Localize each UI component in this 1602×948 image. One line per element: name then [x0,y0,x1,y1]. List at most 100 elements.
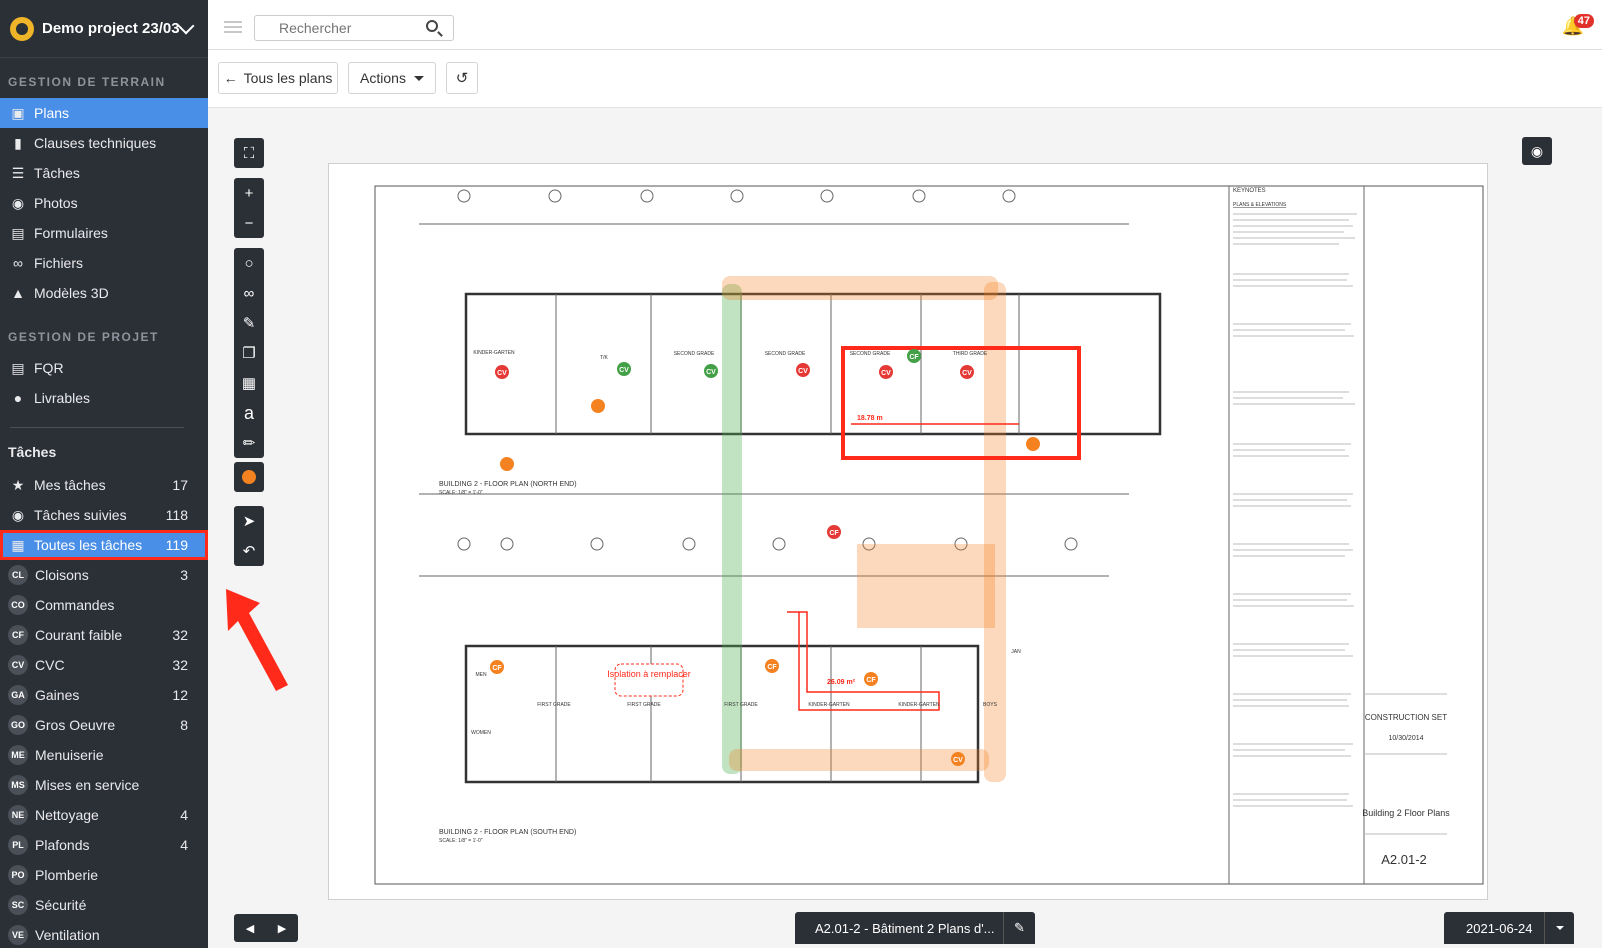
sidebar-category-item[interactable]: CV CVC 32 [0,650,208,680]
sheet-title: Building 2 Floor Plans [1362,808,1450,818]
sidebar-category-item[interactable]: SC Sécurité [0,890,208,920]
sidebar-item-label: Plomberie [35,867,99,883]
sidebar-item-label: Nettoyage [35,807,99,823]
category-badge: VE [8,925,28,945]
eye-icon: ◉ [11,506,25,523]
construction-date: 10/30/2014 [1388,735,1423,742]
sidebar-item-label: Sécurité [35,897,87,913]
sidebar-category-item[interactable]: GO Gros Oeuvre 8 [0,710,208,740]
sheet-number: A2.01-2 [1381,852,1427,867]
caret-down-icon[interactable] [1544,912,1574,944]
plan-name-selector[interactable]: A2.01-2 - Bâtiment 2 Plans d'... ✎ [795,912,1035,944]
menu-icon[interactable] [224,21,242,36]
edit-icon[interactable]: ✎ [1003,912,1035,944]
sidebar-item-label: Gaines [35,687,80,703]
visibility-icon[interactable]: ◉ [1522,137,1552,165]
sidebar-item-mod-les-3d[interactable]: ▲ Modèles 3D [0,278,208,308]
sidebar-item-label: CVC [35,657,65,673]
caret-down-icon [413,75,424,81]
room-label: FIRST GRADE [627,702,661,708]
ruler-icon[interactable]: ✏ [234,428,264,458]
sidebar-task-filter[interactable]: ▦ Toutes les tâches 119 [0,530,208,560]
section-title-terrain: GESTION DE TERRAIN [8,75,166,89]
sidebar-category-item[interactable]: VE Ventilation [0,920,208,948]
category-badge: MS [8,775,28,795]
room-label: THIRD GRADE [953,351,988,357]
search-icon[interactable] [426,20,438,32]
plan-version-selector[interactable]: 2021-06-24 [1444,912,1574,944]
sidebar-category-item[interactable]: MS Mises en service [0,770,208,800]
sidebar-item-label: Commandes [35,597,115,613]
category-badge: PL [8,835,28,855]
sidebar-category-item[interactable]: CF Courant faible 32 [0,620,208,650]
pin-icon[interactable]: ○ [234,248,264,278]
room-label: BOYS [983,702,998,708]
toolbox-icon[interactable]: ▦ [234,368,264,398]
sidebar-category-item[interactable]: ME Menuiserie [0,740,208,770]
pencil-icon[interactable]: ✎ [234,308,264,338]
sidebar-item-t-ches[interactable]: ☰ Tâches [0,158,208,188]
color-picker-icon[interactable] [234,462,264,492]
sidebar-category-item[interactable]: PL Plafonds 4 [0,830,208,860]
floor-plan-drawing: CV CV CV CV CV CF CV CF CF CF CF CV BUIL… [374,185,1484,885]
sidebar-item-photos[interactable]: ◉ Photos [0,188,208,218]
sidebar-item-livrables[interactable]: ● Livrables [0,383,208,413]
room-label: FIRST GRADE [537,702,571,708]
plan-name: A2.01-2 - Bâtiment 2 Plans d'... [815,920,995,936]
sidebar-task-filter[interactable]: ★ Mes tâches 17 [0,470,208,500]
text-icon[interactable]: a [234,398,264,428]
svg-text:CF: CF [866,677,876,684]
link-icon[interactable]: ∞ [234,278,264,308]
measure-length: 18.78 m [857,415,883,422]
sidebar-item-formulaires[interactable]: ▤ Formulaires [0,218,208,248]
sidebar-item-label: Tâches suivies [34,507,127,523]
svg-text:CF: CF [767,664,777,671]
cursor-icon[interactable]: ➤ [234,506,264,536]
sidebar-category-item[interactable]: CO Commandes [0,590,208,620]
chevron-down-icon[interactable] [177,17,195,34]
previous-page-icon[interactable]: ◀ [234,914,266,942]
floor-plan-sheet[interactable]: CV CV CV CV CV CF CV CF CF CF CF CV BUIL… [328,163,1488,900]
zoom-in-icon[interactable]: + [234,178,264,208]
sidebar-item-fichiers[interactable]: ∞ Fichiers [0,248,208,278]
sidebar-category-item[interactable]: PO Plomberie [0,860,208,890]
plan-toolbar: ← Tous les plans Actions ↺ [208,50,1602,108]
undo-icon[interactable]: ↶ [234,536,264,566]
construction-set: CONSTRUCTION SET [1365,713,1447,722]
copy-icon[interactable]: ❐ [234,338,264,368]
task-count: 119 [165,537,188,553]
search-input[interactable] [254,15,454,41]
project-name: Demo project 23/03 [42,20,180,37]
sidebar-item-fqr[interactable]: ▤ FQR [0,353,208,383]
back-to-plans-button[interactable]: ← Tous les plans [218,62,338,94]
sidebar-category-item[interactable]: NE Nettoyage 4 [0,800,208,830]
fullscreen-icon[interactable]: ⛶ [234,138,264,168]
project-selector[interactable]: Demo project 23/03 [0,0,208,58]
sidebar-item-label: FQR [34,360,64,376]
sidebar-task-filter[interactable]: ◉ Tâches suivies 118 [0,500,208,530]
next-page-icon[interactable]: ▶ [266,914,298,942]
sidebar-item-clauses-techniques[interactable]: ▮ Clauses techniques [0,128,208,158]
keynotes-subtitle: PLANS & ELEVATIONS [1233,202,1287,208]
sidebar-item-plans[interactable]: ▣ Plans [0,98,208,128]
sidebar-item-label: Mises en service [35,777,140,793]
room-label: SECOND GRADE [765,351,806,357]
category-badge: CF [8,625,28,645]
svg-text:CV: CV [953,757,963,764]
color-tool-group [234,462,264,492]
cube-icon: ▲ [11,285,25,301]
category-count: 32 [172,657,188,673]
plan-date: 2021-06-24 [1466,920,1533,936]
sidebar-category-item[interactable]: GA Gaines 12 [0,680,208,710]
category-badge: ME [8,745,28,765]
zoom-out-icon[interactable]: − [234,208,264,238]
room-label: SECOND GRADE [674,351,715,357]
sidebar-category-item[interactable]: CL Cloisons 3 [0,560,208,590]
svg-text:CF: CF [909,354,919,361]
plans-icon: ▣ [11,104,25,121]
book-icon: ▮ [14,134,22,151]
actions-button[interactable]: Actions [348,62,436,94]
sidebar-item-label: Photos [34,195,78,211]
history-button[interactable]: ↺ [446,62,478,94]
fullscreen-tool-group: ⛶ [234,138,264,168]
